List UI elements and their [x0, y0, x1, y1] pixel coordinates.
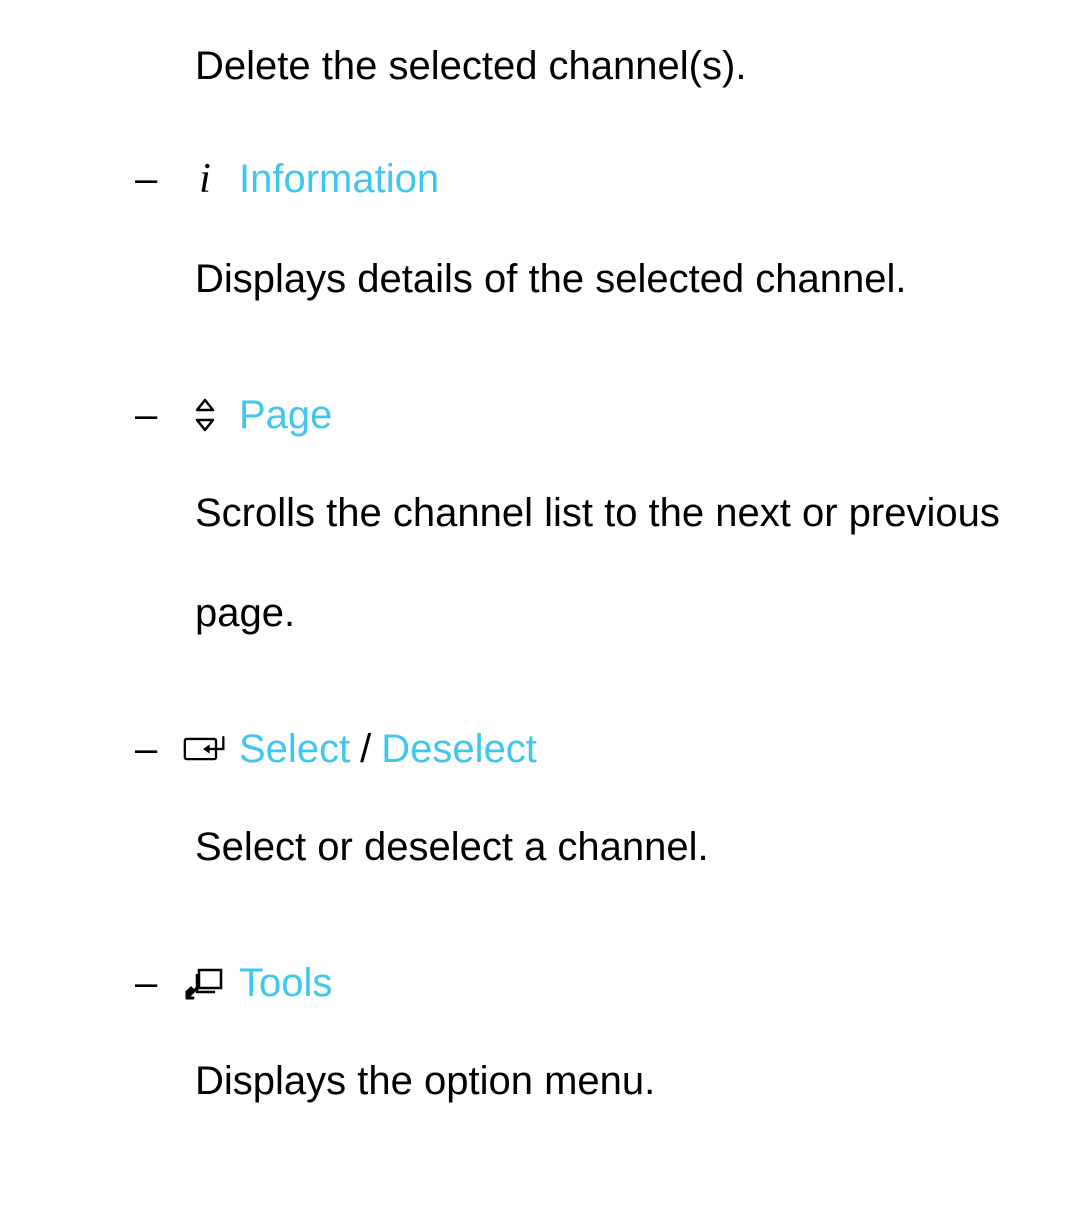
bullet-dash: – — [135, 389, 165, 441]
bullet-dash: – — [135, 153, 165, 205]
list-item: – i Information Displays details of the … — [20, 152, 1060, 329]
enter-icon — [183, 734, 227, 764]
item-label: Tools — [239, 957, 332, 1009]
item-label-select: Select — [239, 723, 350, 775]
item-header: – Select / Deselect — [135, 723, 1060, 775]
item-label: Information — [239, 153, 439, 205]
item-header: – Page — [135, 389, 1060, 441]
info-icon: i — [183, 152, 227, 207]
tools-icon — [183, 966, 227, 1000]
list-item: – Select / Deselect Select or deselect a… — [20, 723, 1060, 897]
item-description: Displays details of the selected channel… — [195, 229, 1020, 329]
item-description: Displays the option menu. — [195, 1031, 1020, 1131]
bullet-dash: – — [135, 723, 165, 775]
item-label-deselect: Deselect — [381, 723, 537, 775]
bullet-dash: – — [135, 957, 165, 1009]
item-header: – Tools — [135, 957, 1060, 1009]
item-description: Select or deselect a channel. — [195, 797, 1020, 897]
list-item: – Tools Displays the option menu. — [20, 957, 1060, 1131]
separator: / — [360, 723, 371, 775]
item-label: Page — [239, 389, 332, 441]
list-item: – Page Scrolls the channel list to the n… — [20, 389, 1060, 663]
page-up-down-icon — [183, 397, 227, 433]
intro-text: Delete the selected channel(s). — [195, 40, 1060, 92]
item-header: – i Information — [135, 152, 1060, 207]
item-description: Scrolls the channel list to the next or … — [195, 463, 1020, 663]
